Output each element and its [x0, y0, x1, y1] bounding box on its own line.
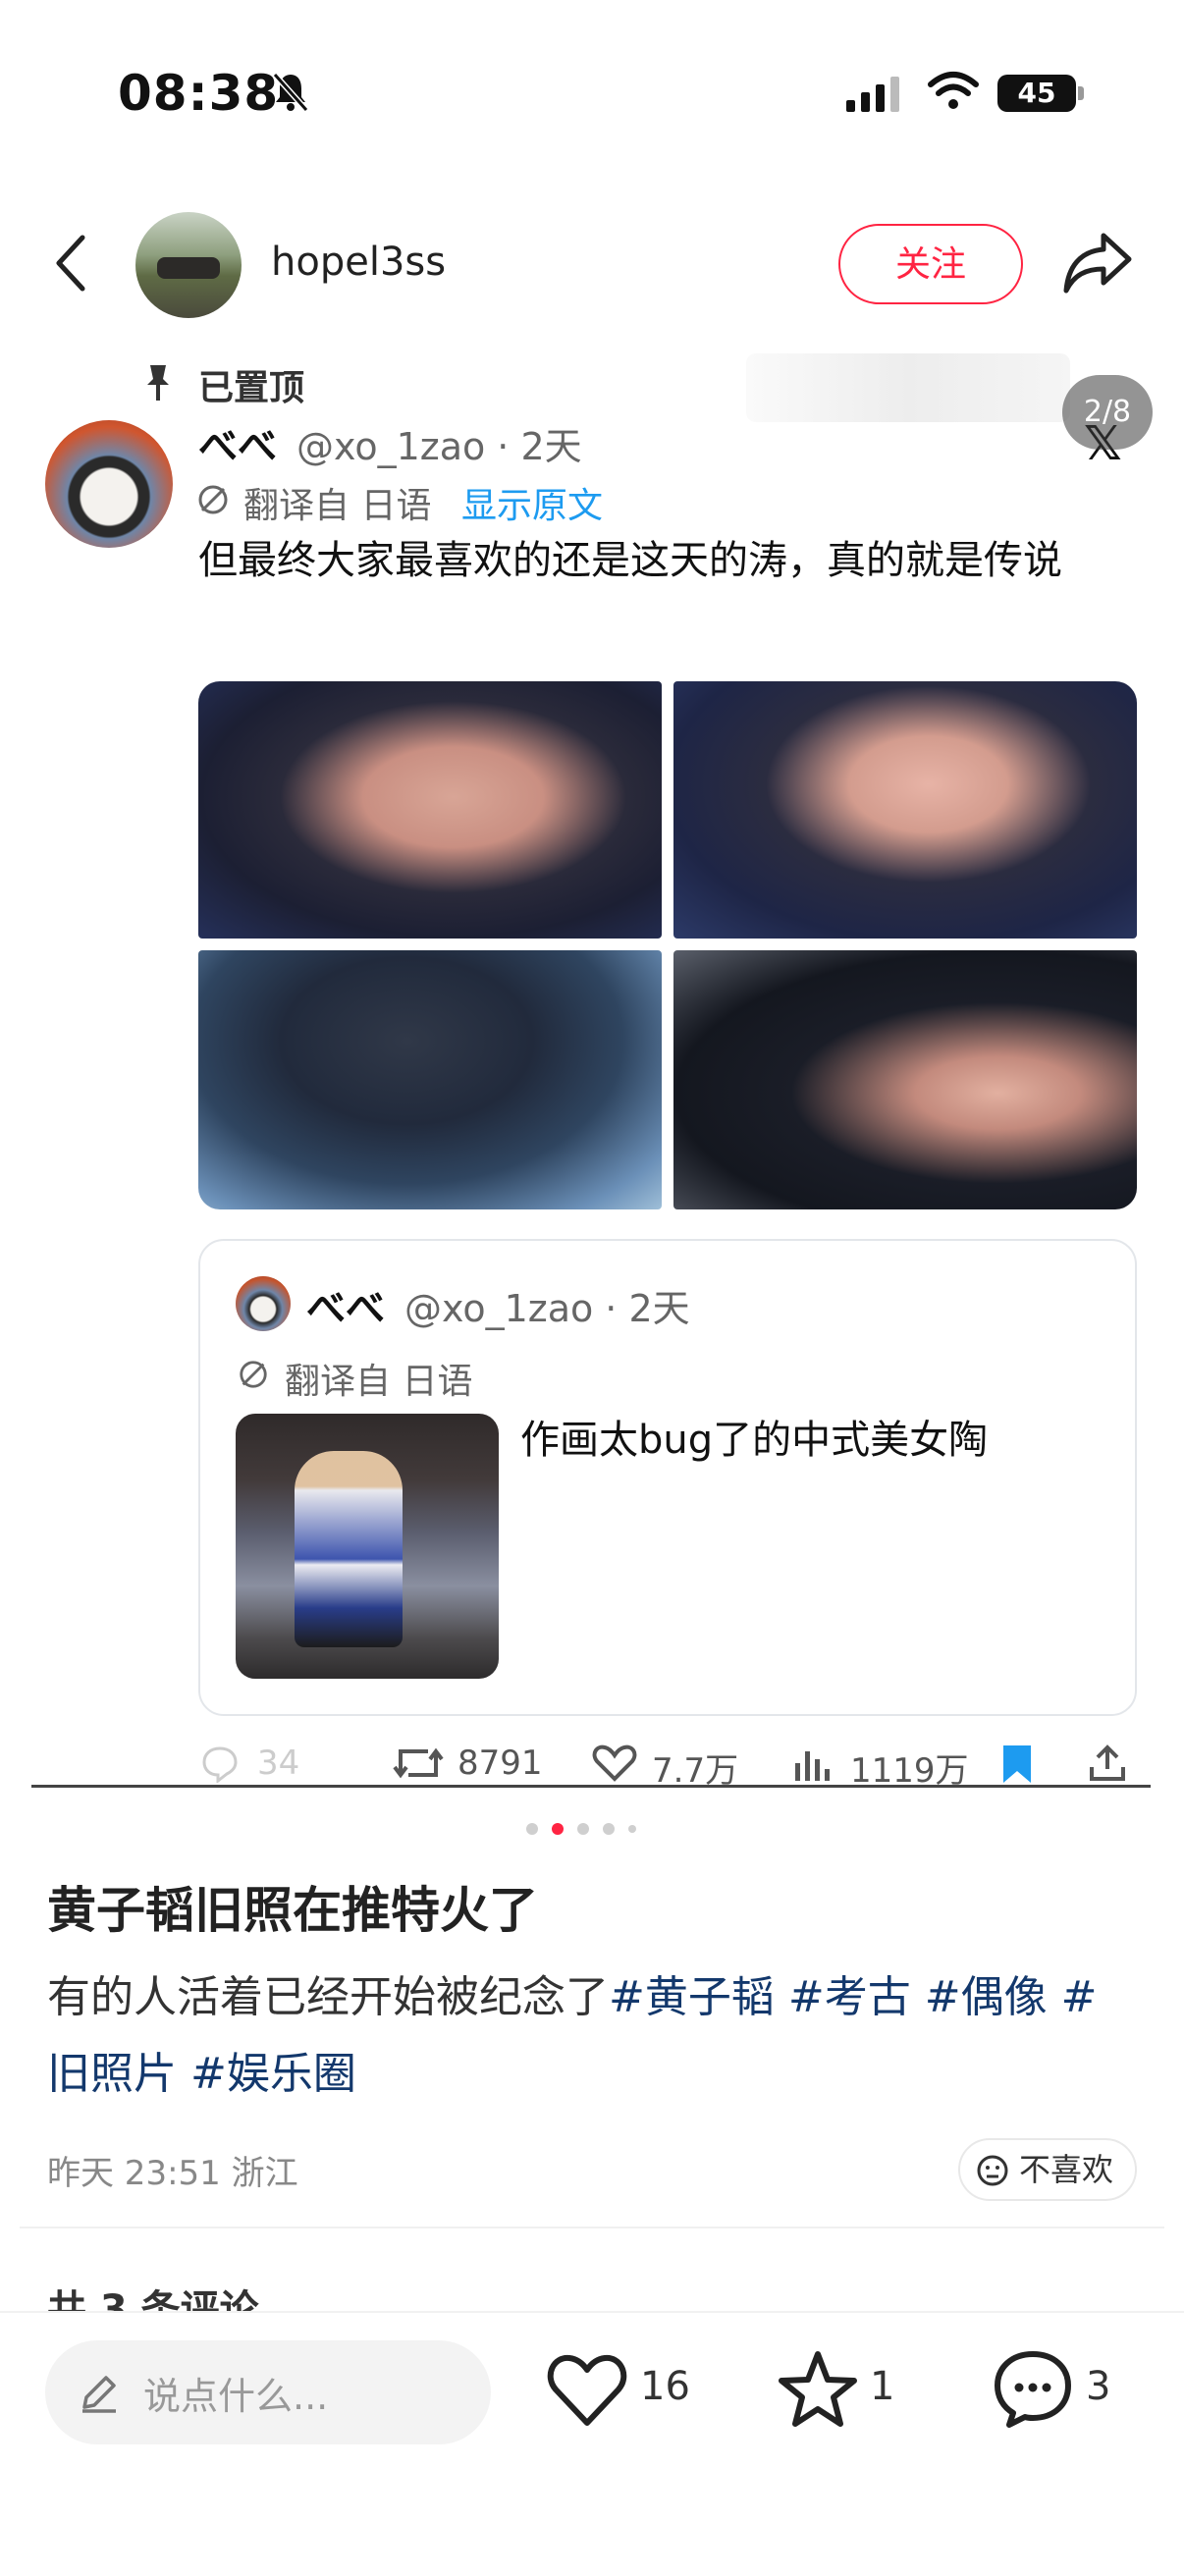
- retweet-icon: [393, 1747, 444, 1779]
- tweet-author-name: べべ: [198, 424, 277, 469]
- bell-muted-icon: [272, 73, 309, 112]
- author-avatar[interactable]: [135, 212, 242, 318]
- translate-icon: [198, 485, 228, 514]
- heart-outline-icon: [592, 1744, 637, 1782]
- upload-share-icon: [1090, 1744, 1125, 1781]
- blurred-area: [746, 353, 1070, 422]
- quoted-translated-from-label: 翻译自 日语: [285, 1362, 473, 1402]
- follow-button[interactable]: 关注: [838, 224, 1023, 304]
- post-title: 黄子韬旧照在推特火了: [47, 1882, 538, 1939]
- heart-icon[interactable]: [546, 2352, 628, 2429]
- quoted-tweet-author-name: べべ: [306, 1286, 385, 1331]
- quoted-tweet-avatar: [236, 1276, 291, 1331]
- author-username[interactable]: hopel3ss: [271, 240, 446, 285]
- translate-icon: [240, 1361, 267, 1388]
- battery-tip: [1078, 86, 1084, 100]
- battery-indicator: 45: [997, 75, 1076, 112]
- hashtag[interactable]: #娱乐圈: [190, 2049, 356, 2099]
- pen-icon: [82, 2376, 116, 2413]
- image-bottom-edge: [31, 1785, 1151, 1788]
- neutral-face-icon: [977, 2155, 1008, 2186]
- translated-from-label: 翻译自 日语: [243, 486, 432, 526]
- comment-count[interactable]: 3: [1086, 2364, 1110, 2409]
- like-count[interactable]: 16: [640, 2364, 690, 2409]
- tweet-photo-2: [673, 681, 1137, 939]
- tweet-handle: @xo_1zao · 2天: [296, 425, 582, 468]
- post-body: 有的人活着已经开始被纪念了#黄子韬 #考古 #偶像 #旧照片 #娱乐圈: [47, 1959, 1137, 2113]
- tweet-photo-3: [198, 950, 662, 1209]
- pin-icon: [147, 365, 169, 401]
- tweet-body: 但最终大家最喜欢的还是这天的涛，真的就是传说: [198, 538, 1062, 583]
- tweet-photo-1: [198, 681, 662, 939]
- hashtag[interactable]: #考古: [788, 1972, 911, 2022]
- views-chart-icon: [795, 1751, 830, 1781]
- tweet-avatar: [45, 420, 173, 548]
- comment-placeholder[interactable]: 说点什么...: [143, 2366, 328, 2420]
- section-divider: [20, 2227, 1164, 2228]
- pinned-label: 已置顶: [198, 368, 305, 408]
- share-icon[interactable]: [1060, 228, 1135, 298]
- reply-icon: [202, 1746, 238, 1783]
- status-time: 08:38: [118, 65, 280, 122]
- quoted-tweet-text: 作画太bug了的中式美女陶: [520, 1418, 989, 1463]
- carousel-dots: [526, 1818, 650, 1837]
- hashtag[interactable]: #偶像: [925, 1972, 1048, 2022]
- reply-count: 34: [257, 1744, 300, 1783]
- quoted-tweet-handle: @xo_1zao · 2天: [404, 1287, 690, 1330]
- retweet-count: 8791: [457, 1744, 543, 1783]
- image-page-indicator: 2/8: [1062, 375, 1153, 450]
- bookmark-filled-icon: [1003, 1745, 1031, 1783]
- comment-bubble-icon[interactable]: [992, 2348, 1074, 2429]
- star-icon[interactable]: [778, 2350, 858, 2429]
- hashtag[interactable]: #黄子韬: [609, 1972, 775, 2022]
- show-original-link: 显示原文: [461, 486, 604, 526]
- post-body-text: 有的人活着已经开始被纪念了: [47, 1972, 609, 2022]
- wifi-icon: [928, 72, 979, 109]
- quoted-photo-figure: [295, 1451, 403, 1647]
- cellular-signal-icon: [846, 77, 905, 112]
- collect-count[interactable]: 1: [870, 2364, 894, 2409]
- tweet-photo-4: [673, 950, 1137, 1209]
- post-meta: 昨天 23:51 浙江: [47, 2154, 298, 2193]
- back-arrow-icon[interactable]: [51, 232, 90, 295]
